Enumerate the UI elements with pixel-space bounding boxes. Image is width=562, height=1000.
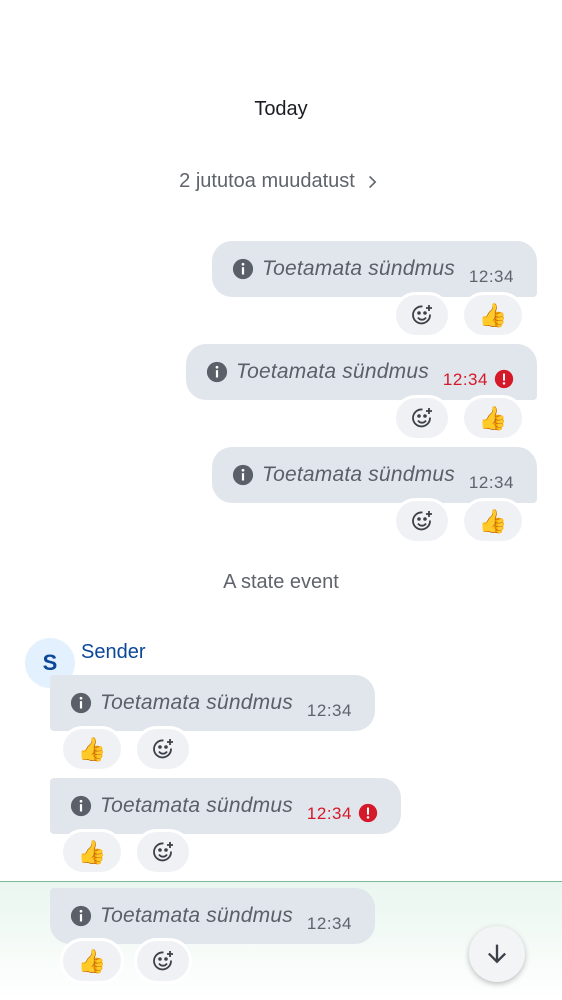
add-reaction-button[interactable] [134, 829, 192, 875]
message-timestamp: 12:34 [306, 914, 352, 933]
message-text: Toetamata sündmus [236, 360, 429, 383]
day-divider: Today [254, 98, 308, 120]
info-icon [70, 905, 92, 927]
message-text: Toetamata sündmus [262, 463, 455, 486]
error-icon[interactable] [358, 803, 378, 823]
message-text: Toetamata sündmus [100, 794, 293, 817]
message-bubble[interactable]: Toetamata sündmus 12:34 [186, 344, 537, 400]
reaction-thumbs-up[interactable]: 👍 [461, 395, 525, 441]
add-reaction-icon [153, 842, 173, 862]
room-changes-label: 2 jututoa muudatust [179, 170, 355, 192]
message-timestamp: 12:34 [306, 804, 352, 823]
info-icon [70, 795, 92, 817]
info-icon [70, 692, 92, 714]
reaction-thumbs-up[interactable]: 👍 [461, 292, 525, 338]
message-bubble[interactable]: Toetamata sündmus 12:34 [50, 778, 401, 834]
add-reaction-icon [412, 511, 432, 531]
message-timestamp: 12:34 [306, 701, 352, 720]
add-reaction-icon [153, 739, 173, 759]
message-timestamp: 12:34 [468, 473, 514, 492]
scroll-to-bottom-button[interactable] [469, 926, 525, 982]
error-icon[interactable] [494, 369, 514, 389]
info-icon [232, 258, 254, 280]
reaction-thumbs-up[interactable]: 👍 [60, 726, 124, 772]
chevron-right-icon [368, 175, 377, 188]
add-reaction-button[interactable] [393, 292, 451, 338]
message-bubble[interactable]: Toetamata sündmus 12:34 [50, 675, 375, 731]
add-reaction-button[interactable] [393, 395, 451, 441]
state-event-text: A state event [223, 571, 339, 593]
sender-name[interactable]: Sender [81, 641, 146, 664]
message-bubble[interactable]: Toetamata sündmus 12:34 [212, 447, 537, 503]
message-text: Toetamata sündmus [100, 904, 293, 927]
info-icon [232, 464, 254, 486]
message-bubble[interactable]: Toetamata sündmus 12:34 [212, 241, 537, 297]
message-text: Toetamata sündmus [100, 691, 293, 714]
message-text: Toetamata sündmus [262, 257, 455, 280]
add-reaction-icon [412, 305, 432, 325]
reaction-thumbs-up[interactable]: 👍 [461, 498, 525, 544]
add-reaction-icon [153, 951, 173, 971]
arrow-down-icon [488, 944, 506, 964]
message-timestamp: 12:34 [442, 370, 488, 389]
reaction-thumbs-up[interactable]: 👍 [60, 829, 124, 875]
reaction-thumbs-up[interactable]: 👍 [60, 938, 124, 984]
add-reaction-button[interactable] [134, 938, 192, 984]
message-bubble[interactable]: Toetamata sündmus 12:34 [50, 888, 375, 944]
add-reaction-button[interactable] [134, 726, 192, 772]
message-timestamp: 12:34 [468, 267, 514, 286]
add-reaction-icon [412, 408, 432, 428]
info-icon [206, 361, 228, 383]
room-changes-expander[interactable]: 2 jututoa muudatust [0, 170, 562, 193]
add-reaction-button[interactable] [393, 498, 451, 544]
